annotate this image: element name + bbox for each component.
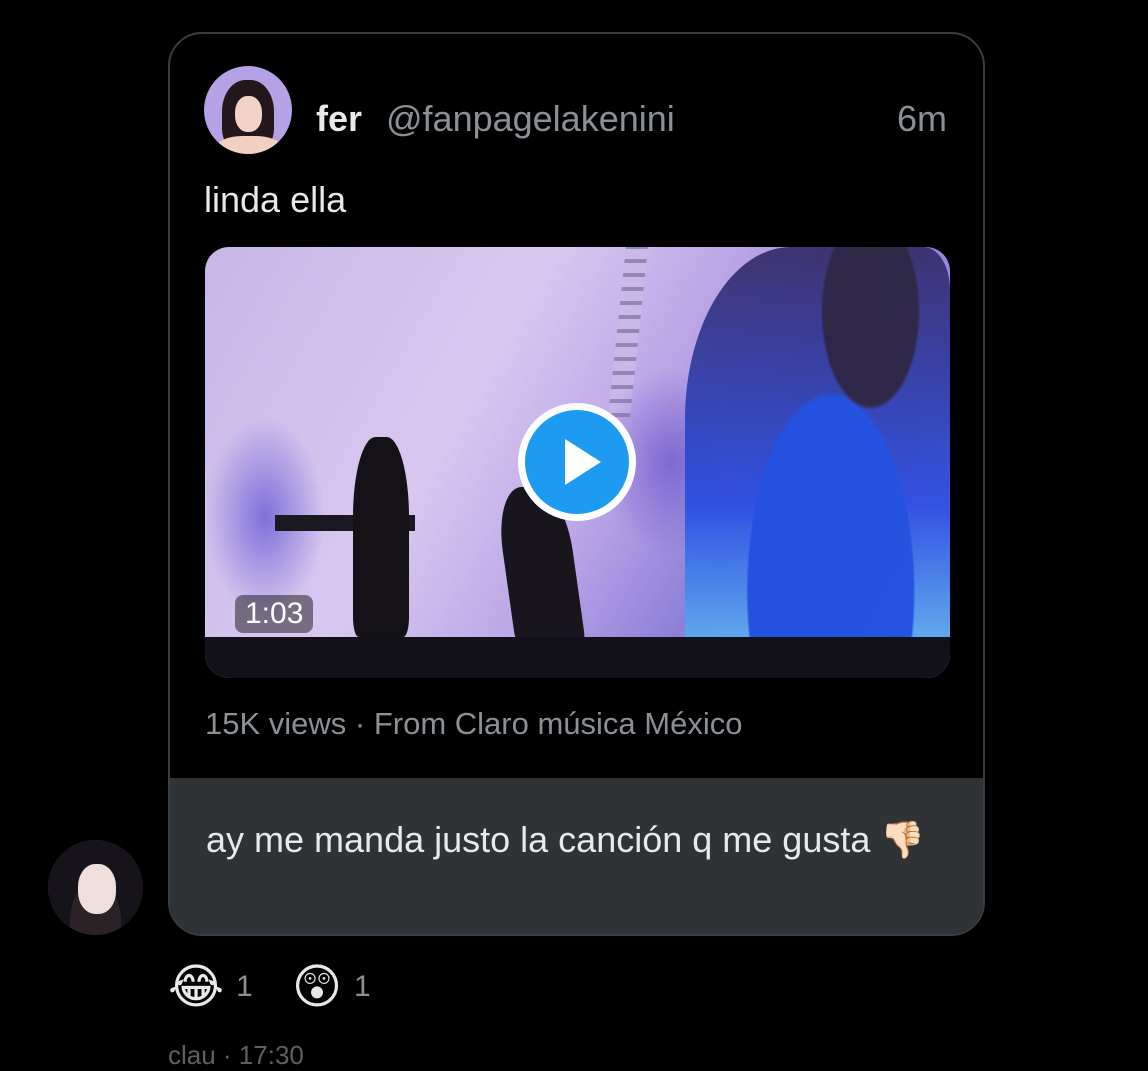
avatar-shoulders — [216, 136, 282, 154]
reply-text: ay me manda justo la canción q me gusta … — [206, 819, 926, 860]
message-bubble[interactable]: fer @fanpagelakenini 6m linda ella 1:03 … — [168, 32, 985, 936]
surprised-emoji-icon: 😲 — [292, 959, 343, 1015]
quoted-tweet-name[interactable]: fer — [316, 98, 362, 140]
video-meta: 15K views · From Claro música México — [205, 706, 743, 741]
video-duration: 1:03 — [235, 595, 314, 633]
sender-avatar[interactable] — [48, 840, 143, 935]
reaction-count: 1 — [354, 970, 371, 1003]
laughing-emoji-icon: 😂 — [168, 959, 225, 1015]
reaction-count: 1 — [236, 970, 253, 1003]
reaction-surprised[interactable]: 😲 1 — [292, 956, 371, 1018]
reply-message[interactable]: ay me manda justo la canción q me gusta … — [170, 778, 983, 934]
play-icon — [525, 410, 629, 514]
message-footer: clau · 17:30 — [168, 1040, 304, 1070]
avatar-face — [78, 864, 116, 914]
video-dancer-silhouette — [685, 247, 950, 678]
quoted-tweet-avatar[interactable] — [204, 66, 292, 154]
video-musician-silhouette — [353, 437, 409, 637]
video-stage — [205, 637, 950, 678]
play-button[interactable] — [518, 403, 636, 521]
quoted-tweet-handle[interactable]: @fanpagelakenini — [386, 98, 675, 140]
reaction-laugh[interactable]: 😂 1 — [168, 956, 253, 1018]
avatar-face — [235, 96, 262, 132]
quoted-tweet[interactable]: fer @fanpagelakenini 6m linda ella 1:03 … — [170, 34, 983, 778]
quoted-tweet-text: linda ella — [204, 179, 347, 220]
quoted-tweet-time: 6m — [896, 98, 947, 139]
video-player[interactable]: 1:03 — [205, 247, 950, 678]
